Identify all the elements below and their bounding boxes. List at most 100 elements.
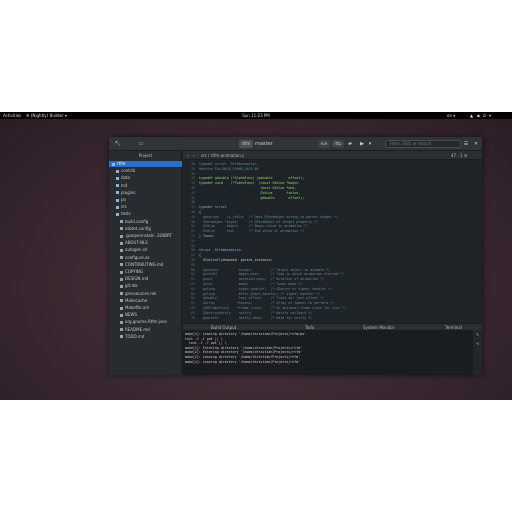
system-tray[interactable]: ▲ ◀ ⏻ ▾ xyxy=(470,112,492,119)
tree-folder[interactable]: rtfm xyxy=(109,161,182,167)
back-icon[interactable]: ‹ xyxy=(187,151,189,160)
code-text: guint duration_msec; /* Duration of anim… xyxy=(199,277,325,282)
code-text: #define FALLBACK_FRAME_RATE 60 xyxy=(199,166,259,171)
code-text: GInitiallyUnowned parent_instance; xyxy=(199,258,273,262)
branch-label: master xyxy=(255,141,273,147)
tree-item-label: plugins xyxy=(121,189,136,195)
file-icon xyxy=(120,234,123,238)
tree-file[interactable]: Makecache xyxy=(109,298,182,304)
line-number: 70 xyxy=(191,315,195,320)
folder-icon[interactable]: ▰ xyxy=(346,140,354,148)
language-indicator[interactable]: en ▾ xyxy=(447,112,455,119)
tree-folder[interactable]: src xyxy=(109,204,182,210)
code-text: gpointer target; /* Target object to ani… xyxy=(199,267,331,272)
chevron-down-icon[interactable]: ▾ xyxy=(366,140,374,148)
folder-icon xyxy=(116,184,119,188)
code-text: { xyxy=(199,253,201,258)
tree-file[interactable]: org.gnome.Rtfm.json xyxy=(109,319,182,325)
run-button[interactable]: run xyxy=(318,140,330,148)
forward-icon[interactable]: › xyxy=(193,151,195,160)
tree-item-label: Makecache xyxy=(125,297,148,303)
tree-folder[interactable]: plugins xyxy=(109,190,182,196)
code-text: GParamSpec *pspec; /* GParamSpec of targ… xyxy=(199,219,319,224)
tree-item-label: contrib xyxy=(121,168,136,174)
tree-file[interactable]: configure.ac xyxy=(109,255,182,261)
tree-file[interactable]: git.mk xyxy=(109,283,182,289)
terminal-actions: ✎ ⟲ xyxy=(473,330,482,375)
tree-file[interactable]: COPYING xyxy=(109,269,182,275)
play-icon[interactable]: ▶ xyxy=(358,140,366,148)
file-icon xyxy=(120,248,123,252)
tree-item-label: TODO.md xyxy=(125,333,145,339)
search-input[interactable]: Filter, Edit, or search xyxy=(385,140,461,148)
tree-item-label: NEWS xyxy=(125,312,138,318)
tree-file[interactable]: build.config xyxy=(109,219,182,225)
tree-file[interactable]: .gsolperinstaln .3OtBRT xyxy=(109,233,182,239)
tree-file[interactable]: Makefile.am xyxy=(109,305,182,311)
tree-item-label: autogen.sh xyxy=(125,247,148,253)
tree-item-label: .gsolperinstaln .3OtBRT xyxy=(125,233,172,238)
tree-item-label: README.md xyxy=(125,326,150,332)
tree-item-label: tests xyxy=(121,211,131,217)
new-document-icon[interactable]: ▭ xyxy=(137,140,145,148)
terminal-output[interactable]: make[1]: Leaving directory '/home/christ… xyxy=(183,330,473,375)
close-icon[interactable]: ✕ xyxy=(472,140,480,148)
tree-item-label: CONTRIBUTING.md xyxy=(125,261,164,267)
tree-file[interactable]: TODO.md xyxy=(109,334,182,340)
code-text: typedef void (*TweenFunc) (const GValue … xyxy=(199,181,301,186)
tree-file[interactable]: autogen.sh xyxy=(109,247,182,253)
tree-file[interactable]: ssbtet.config xyxy=(109,226,182,232)
code-text: guint mode; /* Tween mode */ xyxy=(199,282,303,286)
code-text: guint64 begin_msec; /* Time in which ani… xyxy=(199,272,344,277)
file-icon xyxy=(120,284,123,288)
tree-item-label: git.mk xyxy=(125,283,138,289)
code-text: } Tween; xyxy=(199,234,215,238)
tree-folder[interactable]: tests xyxy=(109,211,182,217)
refresh-icon[interactable]: ⟲ xyxy=(475,341,480,346)
tree-folder[interactable]: contrib xyxy=(109,168,182,174)
file-icon xyxy=(120,220,123,224)
file-icon xyxy=(120,270,123,274)
tree-item-label: Makefile.am xyxy=(125,305,150,310)
terminal-line: make[1]: Leaving directory '/home/christ… xyxy=(185,359,301,364)
file-icon xyxy=(120,335,123,339)
folder-icon xyxy=(116,212,119,216)
tree-folder[interactable]: po xyxy=(109,197,182,203)
tree-file[interactable]: CONTRIBUTING.md xyxy=(109,262,182,268)
folder-icon xyxy=(116,176,119,180)
menu-icon[interactable]: ☰ xyxy=(462,140,470,148)
tree-item-label: src xyxy=(121,204,127,210)
clock[interactable]: Sun 11:23 PM xyxy=(0,112,512,119)
tree-file[interactable]: NEWS xyxy=(109,312,182,318)
build-tools-icon[interactable]: 🔨 xyxy=(113,140,123,148)
editor: ‹ › src / rtfm-animation.c 47 : 1 ☰ 38 ty… xyxy=(183,151,482,323)
tree-file[interactable]: gressources.mk xyxy=(109,291,182,297)
file-icon xyxy=(120,306,123,310)
code-text: gulong tween_handler; /* GSource or sign… xyxy=(199,286,332,291)
tree-folder[interactable]: m4 xyxy=(109,183,182,189)
tree-item-label: configure.ac xyxy=(125,254,150,260)
file-icon xyxy=(120,256,123,260)
tree-file[interactable]: DESIGN.md xyxy=(109,276,182,282)
tree-item-label: rtfm xyxy=(117,161,126,166)
edit-icon[interactable]: ✎ xyxy=(475,332,480,337)
code-text: gdouble last_offset; /* Track our last o… xyxy=(199,296,325,301)
code-text: gulong after_paint_handler; /* signal ha… xyxy=(199,291,321,296)
tree-item-label: m4 xyxy=(121,182,128,188)
tree-item-label: COPYING xyxy=(125,269,143,274)
code-view[interactable]: 38 typedef struct _RtfmAnimation 39 #define… xyxy=(183,161,482,323)
code-text: GDestroyNotify notify; /* Notify callbac… xyxy=(199,310,313,315)
branch-pill[interactable]: rtfm xyxy=(239,140,253,148)
tree-file[interactable]: README.md xyxy=(109,327,182,333)
folder-icon xyxy=(116,169,119,173)
tree-file[interactable]: ABOUT-NLS xyxy=(109,240,182,246)
cursor-position[interactable]: 47 : 1 ☰ xyxy=(451,151,467,160)
document-path[interactable]: src / rtfm-animation.c xyxy=(201,151,244,160)
tree-item-label: data xyxy=(121,175,131,181)
folder-icon xyxy=(112,162,115,166)
code-text: gboolean is_child; /* Does GParamSpec be… xyxy=(199,214,338,219)
build-target-button[interactable]: rttp xyxy=(332,140,344,148)
code-text: typedef gdouble (*AlphaFunc) (gdouble of… xyxy=(199,176,305,181)
tree-folder[interactable]: data xyxy=(109,175,182,181)
file-icon xyxy=(120,241,123,245)
